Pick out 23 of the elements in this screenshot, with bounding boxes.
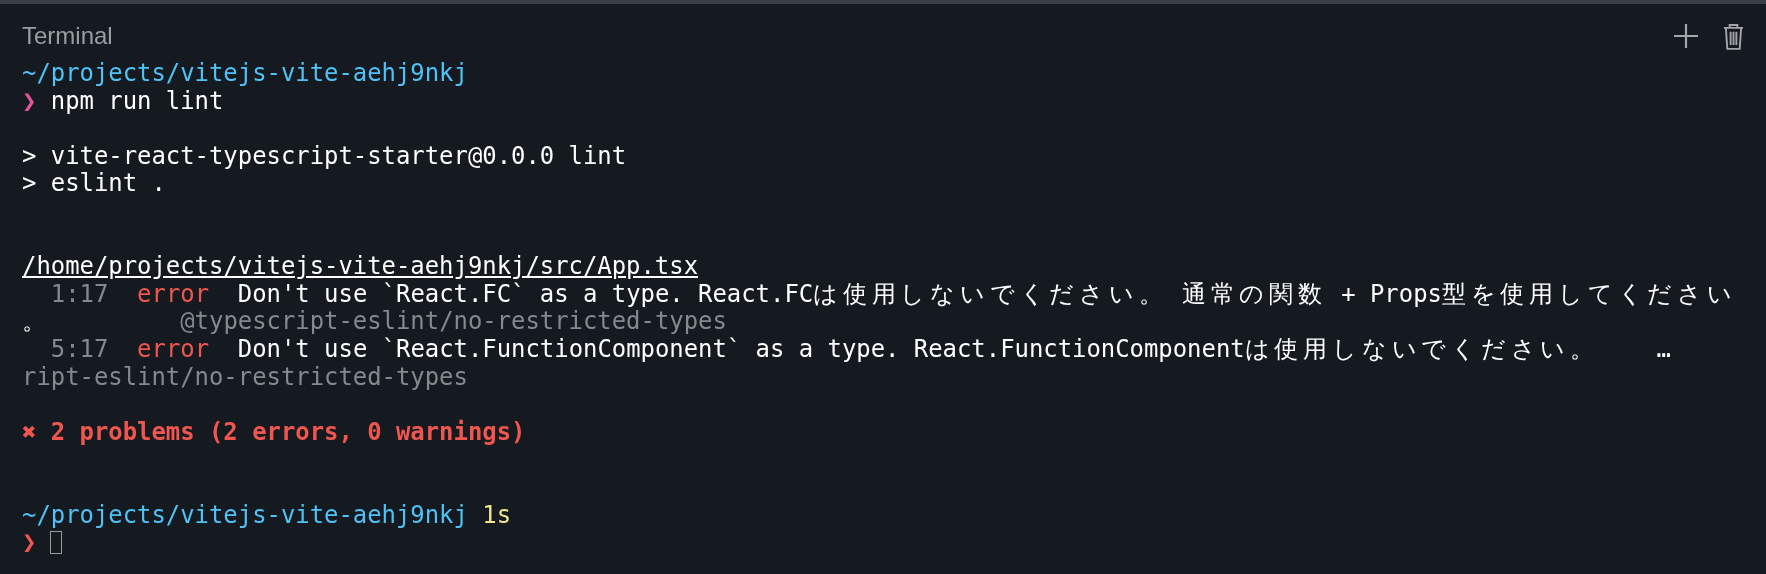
output-text: > eslint . xyxy=(22,169,166,198)
output-text: > vite-react-typescript-starter@0.0.0 lint xyxy=(22,141,627,170)
panel-title: Terminal xyxy=(22,22,113,50)
severity-label: error xyxy=(137,279,210,308)
add-icon[interactable] xyxy=(1673,23,1699,49)
command-text: npm run lint xyxy=(50,86,224,115)
prompt-symbol: ❯ xyxy=(22,86,37,115)
severity-label: error xyxy=(137,334,210,363)
text-cursor xyxy=(50,531,63,555)
file-path: /home/projects/vitejs-vite-aehj9nkj/src/App.tsx xyxy=(22,252,699,281)
problem-summary: ✖ 2 problems (2 errors, 0 warnings) xyxy=(22,417,526,446)
delete-icon[interactable] xyxy=(1723,22,1744,50)
output-text: Don't use `React.FC` as a type. React.FCは使用しないでください。 通常の関数 + Props型を使用してください xyxy=(237,279,1737,308)
output-text: 1:17 xyxy=(50,279,109,308)
output-text: @typescript-eslint/no-restricted-types xyxy=(180,307,727,336)
directory-path: ~/projects/vitejs-vite-aehj9nkj xyxy=(22,59,468,87)
prompt-symbol: ❯ xyxy=(22,528,37,557)
directory-path: ~/projects/vitejs-vite-aehj9nkj xyxy=(22,500,468,529)
output-text: 5:17 xyxy=(50,334,109,363)
duration-text: 1s xyxy=(482,500,512,529)
output-text: ript-eslint/no-restricted-types xyxy=(22,362,468,391)
output-text: Don't use `React.FunctionComponent` as a type. React.FunctionComponentは使用しないでください。 … xyxy=(237,334,1671,363)
output-text: 。 xyxy=(22,307,51,336)
